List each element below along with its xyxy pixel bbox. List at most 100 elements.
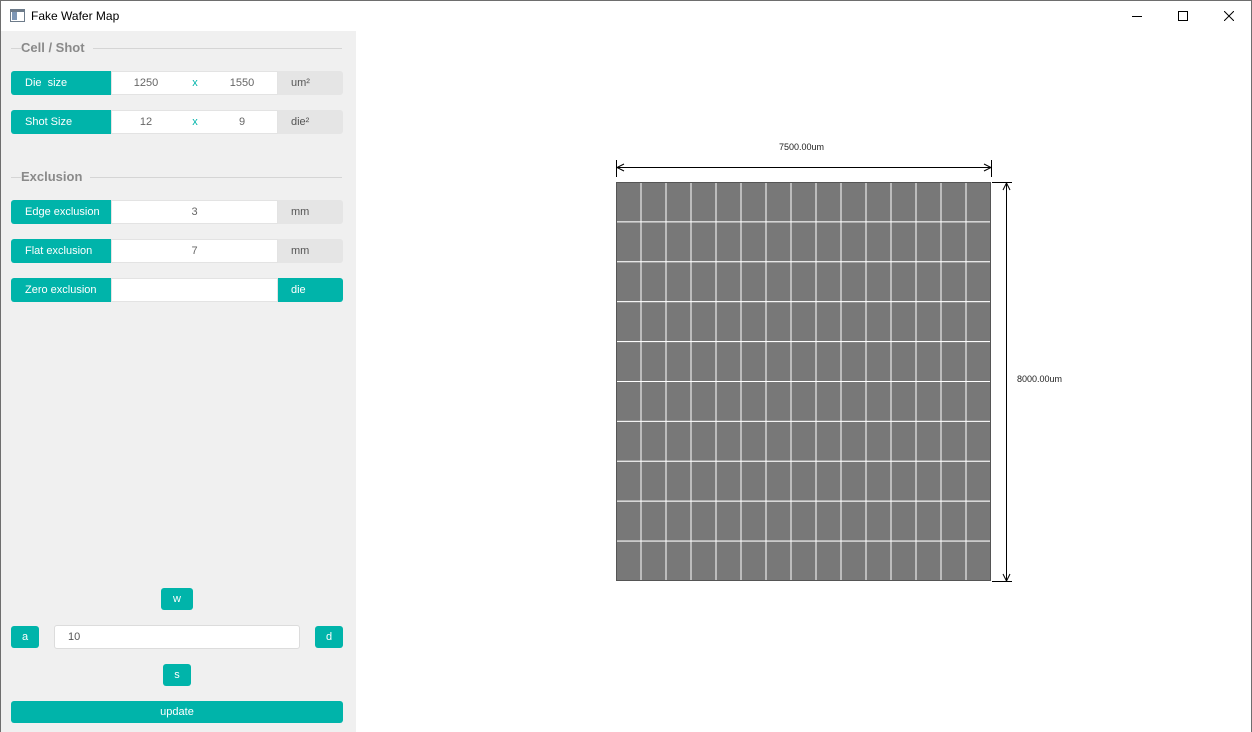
die-cell[interactable]: [615, 341, 642, 383]
die-cell[interactable]: [665, 301, 692, 343]
die-cell[interactable]: [815, 181, 842, 223]
die-cell[interactable]: [790, 181, 817, 223]
flat-exclusion-field[interactable]: 7: [111, 239, 278, 263]
die-cell[interactable]: [615, 181, 642, 223]
die-cell[interactable]: [815, 301, 842, 343]
die-cell[interactable]: [815, 460, 842, 502]
die-cell[interactable]: [665, 221, 692, 263]
die-cell[interactable]: [840, 261, 867, 303]
die-cell[interactable]: [815, 381, 842, 422]
die-cell[interactable]: [640, 301, 667, 343]
die-cell[interactable]: [890, 460, 917, 502]
die-cell[interactable]: [615, 301, 642, 343]
die-cell[interactable]: [965, 540, 992, 582]
die-cell[interactable]: [765, 460, 792, 502]
die-cell[interactable]: [740, 420, 767, 462]
die-cell[interactable]: [640, 181, 667, 223]
die-cell[interactable]: [815, 420, 842, 462]
die-cell[interactable]: [740, 381, 767, 422]
die-cell[interactable]: [915, 261, 942, 303]
die-cell[interactable]: [765, 301, 792, 343]
die-cell[interactable]: [615, 420, 642, 462]
die-cell[interactable]: [640, 261, 667, 303]
die-cell[interactable]: [690, 420, 717, 462]
die-cell[interactable]: [890, 420, 917, 462]
die-cell[interactable]: [940, 460, 967, 502]
die-cell[interactable]: [790, 221, 817, 263]
die-cell[interactable]: [865, 540, 892, 582]
die-cell[interactable]: [715, 341, 742, 383]
die-cell[interactable]: [965, 381, 992, 422]
die-cell[interactable]: [790, 381, 817, 422]
die-cell[interactable]: [740, 500, 767, 542]
die-cell[interactable]: [840, 500, 867, 542]
die-cell[interactable]: [865, 381, 892, 422]
die-cell[interactable]: [715, 540, 742, 582]
die-cell[interactable]: [965, 460, 992, 502]
die-cell[interactable]: [815, 540, 842, 582]
die-cell[interactable]: [890, 341, 917, 383]
die-cell[interactable]: [640, 341, 667, 383]
die-cell[interactable]: [690, 341, 717, 383]
die-cell[interactable]: [940, 221, 967, 263]
die-cell[interactable]: [965, 420, 992, 462]
die-cell[interactable]: [715, 381, 742, 422]
die-cell[interactable]: [815, 221, 842, 263]
die-cell[interactable]: [890, 181, 917, 223]
die-cell[interactable]: [690, 500, 717, 542]
die-cell[interactable]: [640, 500, 667, 542]
die-cell[interactable]: [665, 341, 692, 383]
die-cell[interactable]: [840, 341, 867, 383]
move-right-button[interactable]: d: [315, 626, 343, 648]
zero-exclusion-unit[interactable]: die: [278, 278, 343, 302]
die-cell[interactable]: [840, 420, 867, 462]
move-left-button[interactable]: a: [11, 626, 39, 648]
die-cell[interactable]: [840, 221, 867, 263]
close-button[interactable]: [1206, 1, 1252, 31]
die-cell[interactable]: [815, 261, 842, 303]
die-cell[interactable]: [865, 181, 892, 223]
die-cell[interactable]: [915, 381, 942, 422]
step-input[interactable]: 10: [54, 625, 300, 649]
die-cell[interactable]: [740, 460, 767, 502]
die-cell[interactable]: [940, 420, 967, 462]
die-cell[interactable]: [890, 301, 917, 343]
die-cell[interactable]: [690, 181, 717, 223]
die-cell[interactable]: [890, 261, 917, 303]
die-cell[interactable]: [665, 500, 692, 542]
die-cell[interactable]: [915, 341, 942, 383]
die-cell[interactable]: [665, 540, 692, 582]
die-cell[interactable]: [615, 460, 642, 502]
shot-rows-input[interactable]: 9: [208, 111, 276, 133]
die-cell[interactable]: [865, 420, 892, 462]
die-cell[interactable]: [840, 540, 867, 582]
die-cell[interactable]: [715, 500, 742, 542]
die-cell[interactable]: [940, 381, 967, 422]
die-cell[interactable]: [765, 341, 792, 383]
die-cell[interactable]: [690, 460, 717, 502]
die-cell[interactable]: [865, 500, 892, 542]
die-cell[interactable]: [640, 460, 667, 502]
die-cell[interactable]: [765, 420, 792, 462]
die-cell[interactable]: [790, 500, 817, 542]
die-cell[interactable]: [790, 301, 817, 343]
die-cell[interactable]: [790, 460, 817, 502]
die-cell[interactable]: [865, 221, 892, 263]
die-cell[interactable]: [915, 460, 942, 502]
die-cell[interactable]: [790, 540, 817, 582]
die-cell[interactable]: [790, 341, 817, 383]
die-cell[interactable]: [940, 500, 967, 542]
die-cell[interactable]: [715, 420, 742, 462]
die-cell[interactable]: [865, 341, 892, 383]
die-cell[interactable]: [915, 181, 942, 223]
die-cell[interactable]: [840, 301, 867, 343]
die-cell[interactable]: [740, 261, 767, 303]
die-cell[interactable]: [840, 381, 867, 422]
die-cell[interactable]: [740, 221, 767, 263]
wafer-map-canvas[interactable]: 7500.00um 8000.00um: [356, 31, 1251, 732]
die-cell[interactable]: [965, 341, 992, 383]
die-cell[interactable]: [815, 500, 842, 542]
die-cell[interactable]: [615, 540, 642, 582]
die-cell[interactable]: [715, 181, 742, 223]
die-cell[interactable]: [865, 460, 892, 502]
